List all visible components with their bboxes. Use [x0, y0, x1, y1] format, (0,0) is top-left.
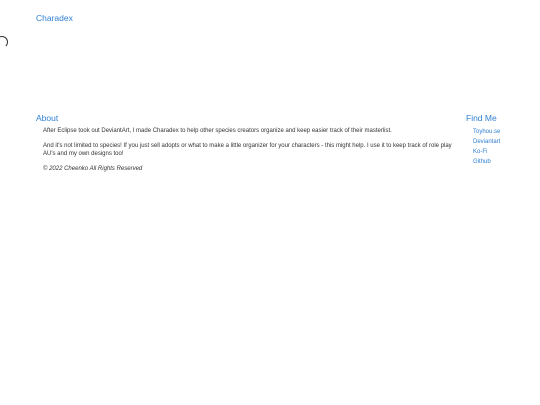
about-section: About After Eclipse took out DeviantArt,…	[36, 113, 461, 179]
find-me-heading: Find Me	[466, 113, 497, 123]
find-me-section: Find Me Toyhou.se Deviantart Ko-Fi Githu…	[466, 113, 536, 167]
list-item: Ko-Fi	[473, 147, 536, 157]
loading-spinner-icon	[0, 36, 8, 48]
list-item: Github	[473, 157, 536, 167]
toyhouse-link[interactable]: Toyhou.se	[473, 129, 500, 135]
deviantart-link[interactable]: Deviantart	[473, 139, 500, 145]
list-item: Toyhou.se	[473, 127, 536, 137]
social-links-list: Toyhou.se Deviantart Ko-Fi Github	[466, 127, 536, 167]
about-paragraph-1: After Eclipse took out DeviantArt, I mad…	[43, 128, 392, 134]
about-paragraph-2: And it's not limited to species! If you …	[43, 142, 452, 158]
about-heading: About	[36, 113, 59, 123]
github-link[interactable]: Github	[473, 159, 491, 165]
brand-link[interactable]: Charadex	[36, 13, 73, 23]
copyright-text: © 2022 Cheenko All Rights Reserved	[43, 165, 143, 172]
kofi-link[interactable]: Ko-Fi	[473, 149, 487, 155]
list-item: Deviantart	[473, 137, 536, 147]
page: Charadex About After Eclipse took out De…	[0, 0, 540, 405]
